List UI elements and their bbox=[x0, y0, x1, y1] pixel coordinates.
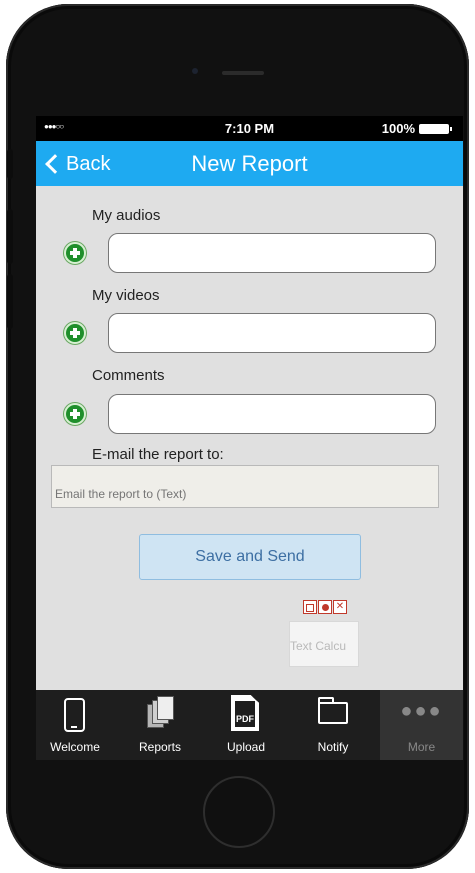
tab-bar: Welcome Reports PDF Upload Notify ●●● Mo… bbox=[36, 690, 463, 760]
more-dots-icon: ●●● bbox=[400, 700, 443, 722]
mute-switch bbox=[7, 149, 13, 179]
volume-up-button bbox=[7, 209, 13, 264]
add-audio-icon[interactable] bbox=[64, 242, 86, 264]
copy-icon[interactable] bbox=[303, 600, 317, 614]
tab-upload[interactable]: PDF Upload bbox=[207, 690, 285, 760]
home-button[interactable] bbox=[203, 776, 275, 848]
save-and-send-button[interactable]: Save and Send bbox=[139, 534, 361, 580]
battery-percentage: 100% bbox=[381, 121, 415, 136]
close-icon[interactable]: ✕ bbox=[333, 600, 347, 614]
email-input[interactable] bbox=[51, 465, 439, 508]
navigation-bar: Back New Report bbox=[36, 141, 463, 186]
tab-label: More bbox=[407, 740, 436, 754]
tab-reports[interactable]: Reports bbox=[121, 690, 199, 760]
tab-label: Welcome bbox=[50, 740, 100, 754]
videos-label: My videos bbox=[92, 287, 160, 304]
email-label: E-mail the report to: bbox=[92, 446, 224, 463]
tab-label: Upload bbox=[226, 740, 266, 754]
app-screen: ●●●○○ 7:10 PM 100% Back New Report My au… bbox=[36, 116, 463, 760]
settings-icon[interactable] bbox=[318, 600, 332, 614]
tab-more[interactable]: ●●● More bbox=[380, 690, 463, 760]
tab-notify[interactable]: Notify bbox=[294, 690, 372, 760]
folder-icon bbox=[318, 697, 348, 724]
add-video-icon[interactable] bbox=[64, 322, 86, 344]
tab-label: Notify bbox=[317, 740, 349, 754]
tab-welcome[interactable]: Welcome bbox=[36, 690, 114, 760]
page-title: New Report bbox=[191, 151, 308, 176]
comments-input[interactable] bbox=[108, 394, 436, 434]
comments-label: Comments bbox=[92, 367, 165, 384]
audios-input[interactable] bbox=[108, 233, 436, 273]
widget-controls: ✕ bbox=[303, 600, 347, 614]
status-bar: ●●●○○ 7:10 PM 100% bbox=[36, 116, 463, 141]
earpiece-speaker bbox=[222, 71, 264, 75]
tab-label: Reports bbox=[138, 740, 182, 754]
videos-input[interactable] bbox=[108, 313, 436, 353]
battery-icon bbox=[419, 124, 452, 134]
audios-label: My audios bbox=[92, 207, 161, 224]
front-camera bbox=[192, 68, 198, 74]
phone-frame: ●●●○○ 7:10 PM 100% Back New Report My au… bbox=[6, 4, 469, 869]
documents-icon bbox=[146, 696, 176, 730]
text-calc-widget[interactable]: Text Calcu bbox=[289, 621, 359, 667]
volume-down-button bbox=[7, 274, 13, 329]
pdf-icon: PDF bbox=[231, 695, 259, 731]
add-comment-icon[interactable] bbox=[64, 403, 86, 425]
phone-icon bbox=[64, 698, 85, 732]
